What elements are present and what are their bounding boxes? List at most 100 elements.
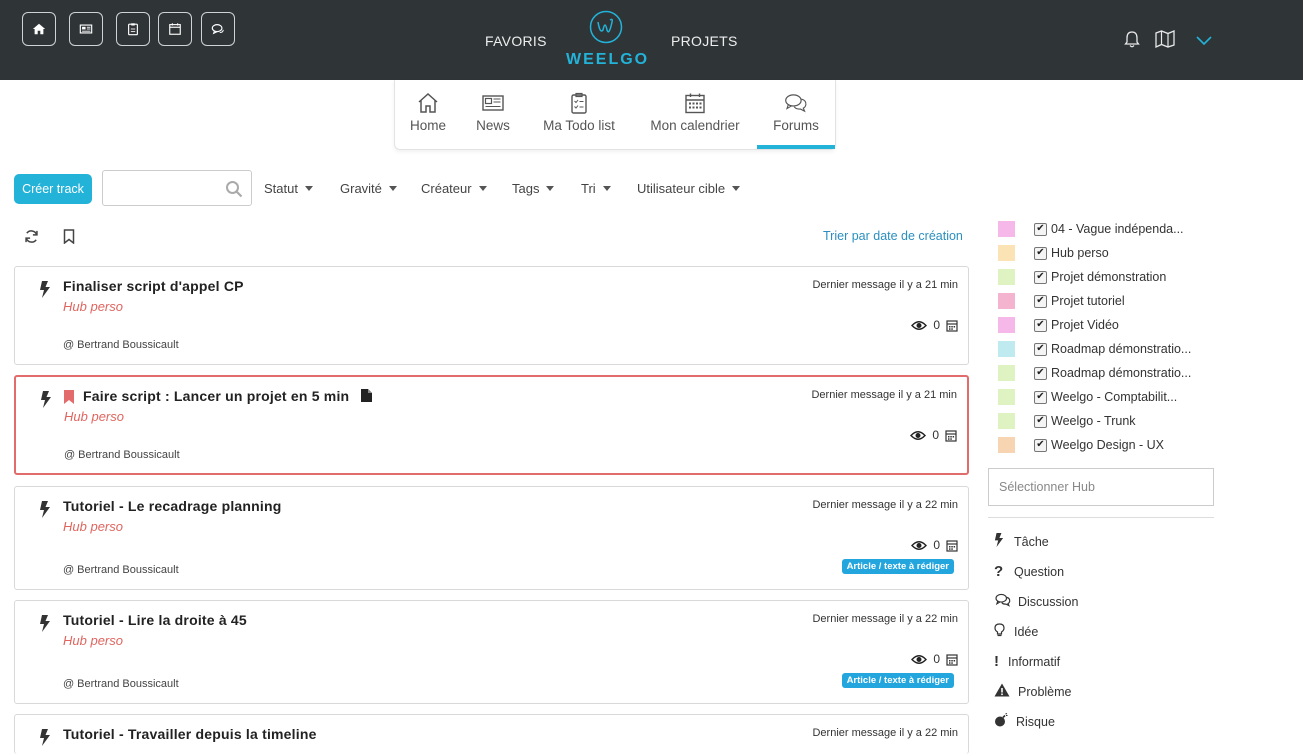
- track-hub: Hub perso: [63, 519, 123, 534]
- home-icon: [32, 23, 46, 35]
- type-item-probleme[interactable]: Problème: [994, 683, 1072, 700]
- hub-filter-item[interactable]: ✔ Projet Vidéo: [998, 316, 1119, 334]
- checkbox[interactable]: ✔: [1034, 294, 1047, 308]
- type-item-idee[interactable]: Idée: [994, 623, 1038, 640]
- checkbox[interactable]: ✔: [1034, 342, 1047, 356]
- search-input[interactable]: [102, 170, 252, 206]
- home-button[interactable]: [22, 12, 56, 46]
- checkbox[interactable]: ✔: [1034, 438, 1047, 452]
- checkbox[interactable]: ✔: [1034, 390, 1047, 404]
- tag-badge[interactable]: Article / texte à rédiger: [841, 673, 954, 688]
- track-last-message: Dernier message il y a 22 min: [812, 499, 958, 511]
- map-icon[interactable]: [1155, 30, 1175, 53]
- track-card[interactable]: Finaliser script d'appel CP Hub perso @ B…: [14, 266, 969, 365]
- view-count: 0: [933, 318, 940, 332]
- nav-projets[interactable]: PROJETS: [671, 33, 738, 49]
- filter-utilisateur-cible-dropdown[interactable]: Utilisateur cible: [637, 181, 740, 196]
- hub-label: 04 - Vague indépenda...: [1051, 222, 1184, 236]
- hub-label: Hub perso: [1051, 246, 1109, 260]
- type-item-tache[interactable]: Tâche: [994, 533, 1049, 550]
- calendar-icon[interactable]: [946, 319, 958, 332]
- type-item-discussion[interactable]: Discussion: [994, 593, 1078, 610]
- sort-by-creation-link[interactable]: Trier par date de création: [823, 229, 963, 243]
- hub-select-input[interactable]: Sélectionner Hub: [988, 468, 1214, 506]
- track-stats: 0: [911, 652, 958, 666]
- hub-filter-item[interactable]: ✔ Weelgo Design - UX: [998, 436, 1164, 454]
- tab-home-label: Home: [409, 118, 446, 133]
- logo-text: WEELGO: [566, 51, 650, 68]
- file-icon[interactable]: [361, 389, 373, 402]
- type-label: Discussion: [1018, 594, 1079, 609]
- track-card[interactable]: Tutoriel - Travailler depuis la timeline…: [14, 714, 969, 754]
- hub-filter-item[interactable]: ✔ Projet tutoriel: [998, 292, 1125, 310]
- track-author: @ Bertrand Boussicault: [63, 339, 179, 351]
- type-item-risque[interactable]: Risque: [994, 713, 1055, 730]
- bookmark-filled-icon[interactable]: [64, 390, 74, 409]
- tab-calendar[interactable]: Mon calendrier: [641, 80, 749, 149]
- view-count: 0: [933, 538, 940, 552]
- eye-icon: [911, 320, 928, 330]
- section-tabs: Home News Ma Todo list Mon calendrier Fo…: [394, 80, 836, 150]
- calendar-icon: [169, 23, 181, 35]
- news-button[interactable]: [69, 12, 103, 46]
- type-label: Idée: [1014, 624, 1039, 639]
- track-title[interactable]: Tutoriel - Travailler depuis la timeline: [63, 726, 317, 742]
- tab-news[interactable]: News: [469, 80, 517, 149]
- chevron-down-icon[interactable]: [1196, 33, 1212, 51]
- refresh-icon[interactable]: [24, 229, 39, 249]
- track-title[interactable]: Finaliser script d'appel CP: [63, 278, 244, 294]
- track-card[interactable]: Tutoriel - Lire la droite à 45 Hub perso…: [14, 600, 969, 704]
- create-track-button[interactable]: Créer track: [14, 174, 92, 204]
- tag-badge[interactable]: Article / texte à rédiger: [841, 559, 954, 574]
- bolt-icon: [994, 533, 1010, 550]
- bolt-icon: [39, 615, 51, 637]
- tab-todo[interactable]: Ma Todo list: [535, 80, 623, 149]
- chat-button[interactable]: [201, 12, 235, 46]
- track-hub: Hub perso: [63, 299, 123, 314]
- nav-favoris[interactable]: FAVORIS: [485, 33, 547, 49]
- weelgo-logo[interactable]: WEELGO: [566, 10, 650, 69]
- todo-button[interactable]: [116, 12, 150, 46]
- track-stats: 0: [911, 318, 958, 332]
- calendar-button[interactable]: [158, 12, 192, 46]
- view-count: 0: [933, 652, 940, 666]
- filter-createur-dropdown[interactable]: Créateur: [421, 181, 487, 196]
- type-item-question[interactable]: ? Question: [994, 563, 1064, 580]
- track-title[interactable]: Faire script : Lancer un projet en 5 min: [83, 388, 373, 404]
- tab-forums[interactable]: Forums: [757, 80, 835, 149]
- checkbox[interactable]: ✔: [1034, 318, 1047, 332]
- filter-gravite-dropdown[interactable]: Gravité: [340, 181, 397, 196]
- hub-filter-item[interactable]: ✔ 04 - Vague indépenda...: [998, 220, 1184, 238]
- hub-filter-item[interactable]: ✔ Projet démonstration: [998, 268, 1166, 286]
- hub-filter-item[interactable]: ✔ Hub perso: [998, 244, 1109, 262]
- bell-icon[interactable]: [1124, 30, 1140, 53]
- calendar-icon[interactable]: [946, 653, 958, 666]
- checkbox[interactable]: ✔: [1034, 222, 1047, 236]
- tab-home[interactable]: Home: [401, 80, 455, 149]
- checkbox[interactable]: ✔: [1034, 246, 1047, 260]
- hub-label: Weelgo - Comptabilit...: [1051, 390, 1178, 404]
- hub-filter-item[interactable]: ✔ Roadmap démonstratio...: [998, 340, 1191, 358]
- checkbox[interactable]: ✔: [1034, 366, 1047, 380]
- type-label: Question: [1014, 564, 1065, 579]
- track-author: @ Bertrand Boussicault: [63, 564, 179, 576]
- filter-statut-dropdown[interactable]: Statut: [264, 181, 313, 196]
- search-icon[interactable]: [225, 180, 243, 203]
- filter-tri-dropdown[interactable]: Tri: [581, 181, 611, 196]
- track-title[interactable]: Tutoriel - Le recadrage planning: [63, 498, 282, 514]
- hub-label: Projet tutoriel: [1051, 294, 1125, 308]
- hub-filter-item[interactable]: ✔ Weelgo - Comptabilit...: [998, 388, 1177, 406]
- exclamation-icon: !: [994, 653, 999, 670]
- checkbox[interactable]: ✔: [1034, 270, 1047, 284]
- checkbox[interactable]: ✔: [1034, 414, 1047, 428]
- track-card[interactable]: Tutoriel - Le recadrage planning Hub per…: [14, 486, 969, 590]
- bookmark-icon[interactable]: [63, 229, 75, 249]
- track-card-selected[interactable]: Faire script : Lancer un projet en 5 min…: [14, 375, 969, 475]
- filter-tags-dropdown[interactable]: Tags: [512, 181, 554, 196]
- type-item-informatif[interactable]: ! Informatif: [994, 653, 1060, 670]
- hub-filter-item[interactable]: ✔ Roadmap démonstratio...: [998, 364, 1191, 382]
- track-title[interactable]: Tutoriel - Lire la droite à 45: [63, 612, 247, 628]
- hub-filter-item[interactable]: ✔ Weelgo - Trunk: [998, 412, 1136, 430]
- calendar-icon[interactable]: [946, 539, 958, 552]
- calendar-icon[interactable]: [945, 429, 957, 442]
